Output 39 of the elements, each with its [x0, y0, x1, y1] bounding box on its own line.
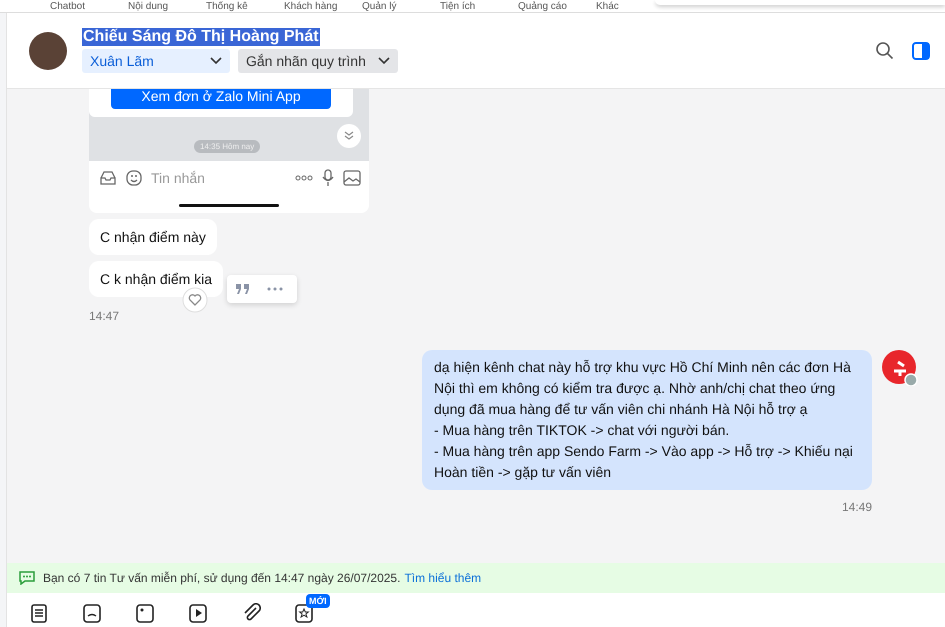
panel-toggle-icon[interactable] [911, 40, 931, 60]
sticker-icon[interactable] [82, 603, 102, 623]
caret-icon [210, 57, 222, 65]
search-icon[interactable] [875, 40, 895, 60]
image-icon[interactable] [135, 603, 155, 623]
new-badge: MỚI [306, 594, 330, 608]
nav-tab[interactable]: Thống kê [206, 1, 284, 12]
document-icon[interactable] [29, 603, 49, 623]
contact-name: Chiếu Sáng Đô Thị Hoàng Phát [82, 28, 320, 46]
nav-tab[interactable]: Chatbot [50, 1, 128, 12]
nav-tab[interactable]: Nội dung [128, 1, 206, 12]
nav-tab[interactable]: Quảng cáo [518, 1, 596, 12]
nav-tab[interactable]: Khách hàng [284, 1, 362, 12]
incoming-message: C nhận điểm này [89, 219, 217, 255]
tag-dropdown[interactable]: Gắn nhãn quy trình [238, 49, 398, 73]
nav-tab[interactable]: Tiện ích [440, 1, 518, 12]
inbox-icon [99, 169, 117, 187]
brand-avatar-icon [882, 350, 918, 386]
more-icon [295, 175, 313, 181]
caret-icon [378, 57, 390, 65]
quote-icon[interactable] [235, 283, 251, 295]
nav-tab[interactable]: Khác [596, 1, 674, 12]
message-time: 14:47 [89, 309, 120, 323]
avatar-placeholder [29, 32, 67, 70]
microphone-icon [321, 169, 335, 187]
message-time: 14:49 [842, 500, 872, 514]
scroll-down-icon [337, 124, 361, 148]
message-placeholder-text: Tin nhắn [151, 170, 205, 186]
assignee-dropdown[interactable]: Xuân Lãm [82, 49, 230, 73]
incoming-message: C k nhận điểm kia [89, 261, 224, 297]
image-icon [343, 169, 361, 187]
emoji-icon [125, 169, 143, 187]
more-icon[interactable] [267, 287, 283, 291]
nav-tab[interactable]: Quản lý [362, 1, 440, 12]
learn-more-link[interactable]: Tìm hiểu thêm [404, 571, 482, 585]
chat-icon [19, 571, 35, 585]
video-icon[interactable] [188, 603, 208, 623]
notice-text: Bạn có 7 tin Tư vấn miễn phí, sử dụng đến 14:47 ngày 26/07/2025. [43, 571, 400, 585]
outgoing-message: dạ hiện kênh chat này hỗ trợ khu vực Hồ Chí Minh nên các đơn Hà Nội thì em không có kiểm tra được ạ. Nhờ anh/chị chat theo ứng dụng đã mua hàng để tư vấn viên chi nhánh Hà Nội hỗ trợ ạ - Mua hàng trên TIKTOK -> chat với người bán. - Mua hàng trên app Sendo Farm -> Vào app -> Hỗ trợ -> Khiếu nại Hoàn tiền -> gặp tư vấn viên [422, 350, 872, 490]
